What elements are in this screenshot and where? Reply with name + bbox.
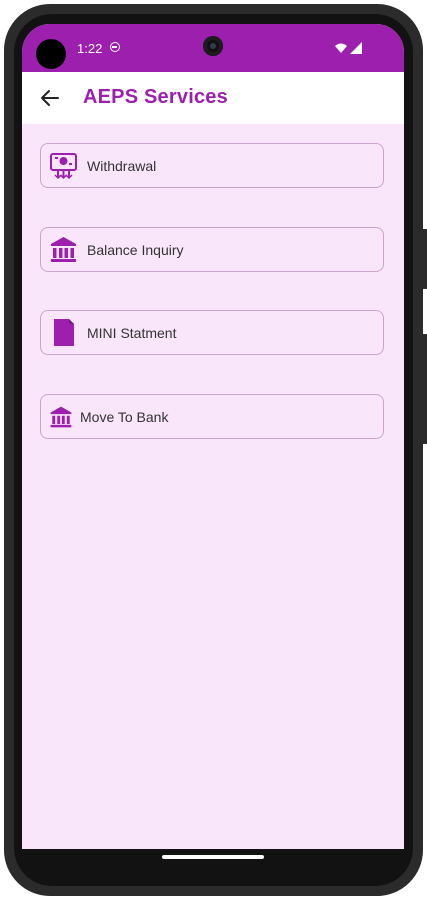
document-icon [54,319,74,346]
app-screen: 1:22 AEPS Services Withdrawal Balance In… [22,24,404,869]
page-title: AEPS Services [83,86,228,108]
app-bar: AEPS Services [22,72,404,124]
arrow-back-icon[interactable] [38,86,62,110]
service-move-to-bank-button[interactable]: Move To Bank [40,394,384,439]
signal-wifi-icon [335,42,362,54]
service-label: Move To Bank [80,409,169,425]
service-balance-inquiry-button[interactable]: Balance Inquiry [40,227,384,272]
service-label: Withdrawal [87,158,157,174]
bank-icon [50,406,72,428]
service-label: Balance Inquiry [87,242,184,258]
withdrawal-icon [50,153,77,180]
home-indicator[interactable] [162,855,264,859]
data-saver-icon [110,42,120,52]
service-mini-statement-button[interactable]: MINI Statment [40,310,384,355]
volume-button [423,229,427,289]
bank-icon [51,237,76,262]
status-bar: 1:22 [22,24,404,72]
service-withdrawal-button[interactable]: Withdrawal [40,143,384,188]
front-sensor [36,39,66,69]
service-label: MINI Statment [87,325,177,341]
power-button [423,334,427,444]
camera-icon [203,36,223,56]
status-time: 1:22 [77,41,103,56]
navigation-bar [22,849,404,869]
